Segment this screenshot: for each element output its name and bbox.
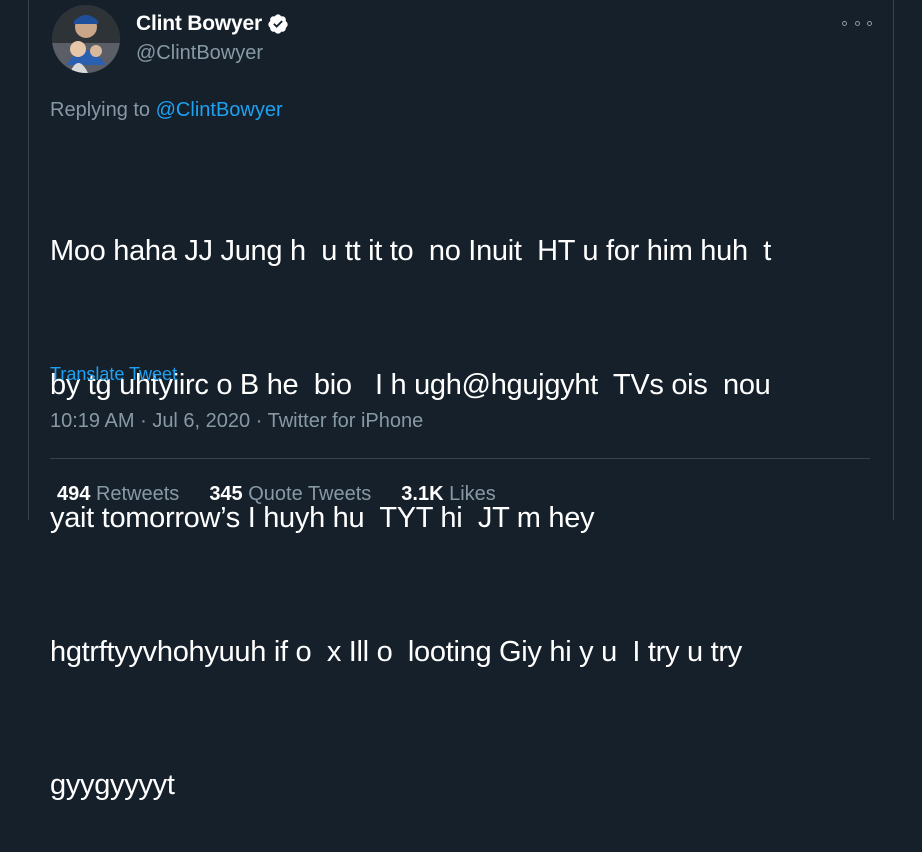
meta-separator: · [140, 410, 147, 432]
quote-tweets-label: Quote Tweets [248, 483, 372, 505]
tweet-text-line: hgtrftyyvhohyuuh if o x Ill o looting Gi… [50, 635, 742, 668]
quote-tweets-stat[interactable]: 345 Quote Tweets [209, 483, 371, 506]
retweets-count: 494 [57, 483, 91, 505]
tweet-stats: 494 Retweets 345 Quote Tweets 3.1K Likes [57, 483, 526, 506]
more-dot [867, 20, 872, 26]
divider [50, 458, 870, 459]
author-display-name[interactable]: Clint Bowyer [136, 12, 262, 36]
tweet-text-line: gyygyyyyt [50, 769, 175, 801]
likes-label: Likes [449, 483, 496, 505]
tweet-time[interactable]: 10:19 AM [50, 410, 135, 432]
replying-prefix: Replying to [50, 99, 151, 121]
verified-badge-icon [267, 13, 289, 35]
author-handle[interactable]: @ClintBowyer [136, 42, 263, 65]
author-name-row[interactable]: Clint Bowyer [136, 12, 289, 36]
likes-stat[interactable]: 3.1K Likes [401, 483, 496, 506]
replying-target-link[interactable]: @ClintBowyer [156, 99, 283, 121]
tweet-date[interactable]: Jul 6, 2020 [152, 410, 250, 432]
tweet-source[interactable]: Twitter for iPhone [268, 410, 424, 432]
more-dot [842, 20, 847, 26]
meta-separator: · [255, 410, 263, 432]
tweet-meta: 10:19 AM · Jul 6, 2020 · Twitter for iPh… [50, 410, 423, 433]
likes-count: 3.1K [401, 483, 444, 505]
avatar[interactable] [52, 5, 120, 73]
quote-tweets-count: 345 [209, 483, 243, 505]
tweet-text-line: Moo haha JJ Jung h u tt it to no Inuit H… [50, 235, 772, 267]
more-options-icon[interactable] [842, 14, 872, 32]
retweets-label: Retweets [95, 483, 180, 505]
retweets-stat[interactable]: 494 Retweets [57, 483, 179, 506]
more-dot [854, 20, 860, 26]
translate-tweet-link[interactable]: Translate Tweet [50, 364, 177, 385]
replying-to: Replying to @ClintBowyer [50, 99, 283, 122]
